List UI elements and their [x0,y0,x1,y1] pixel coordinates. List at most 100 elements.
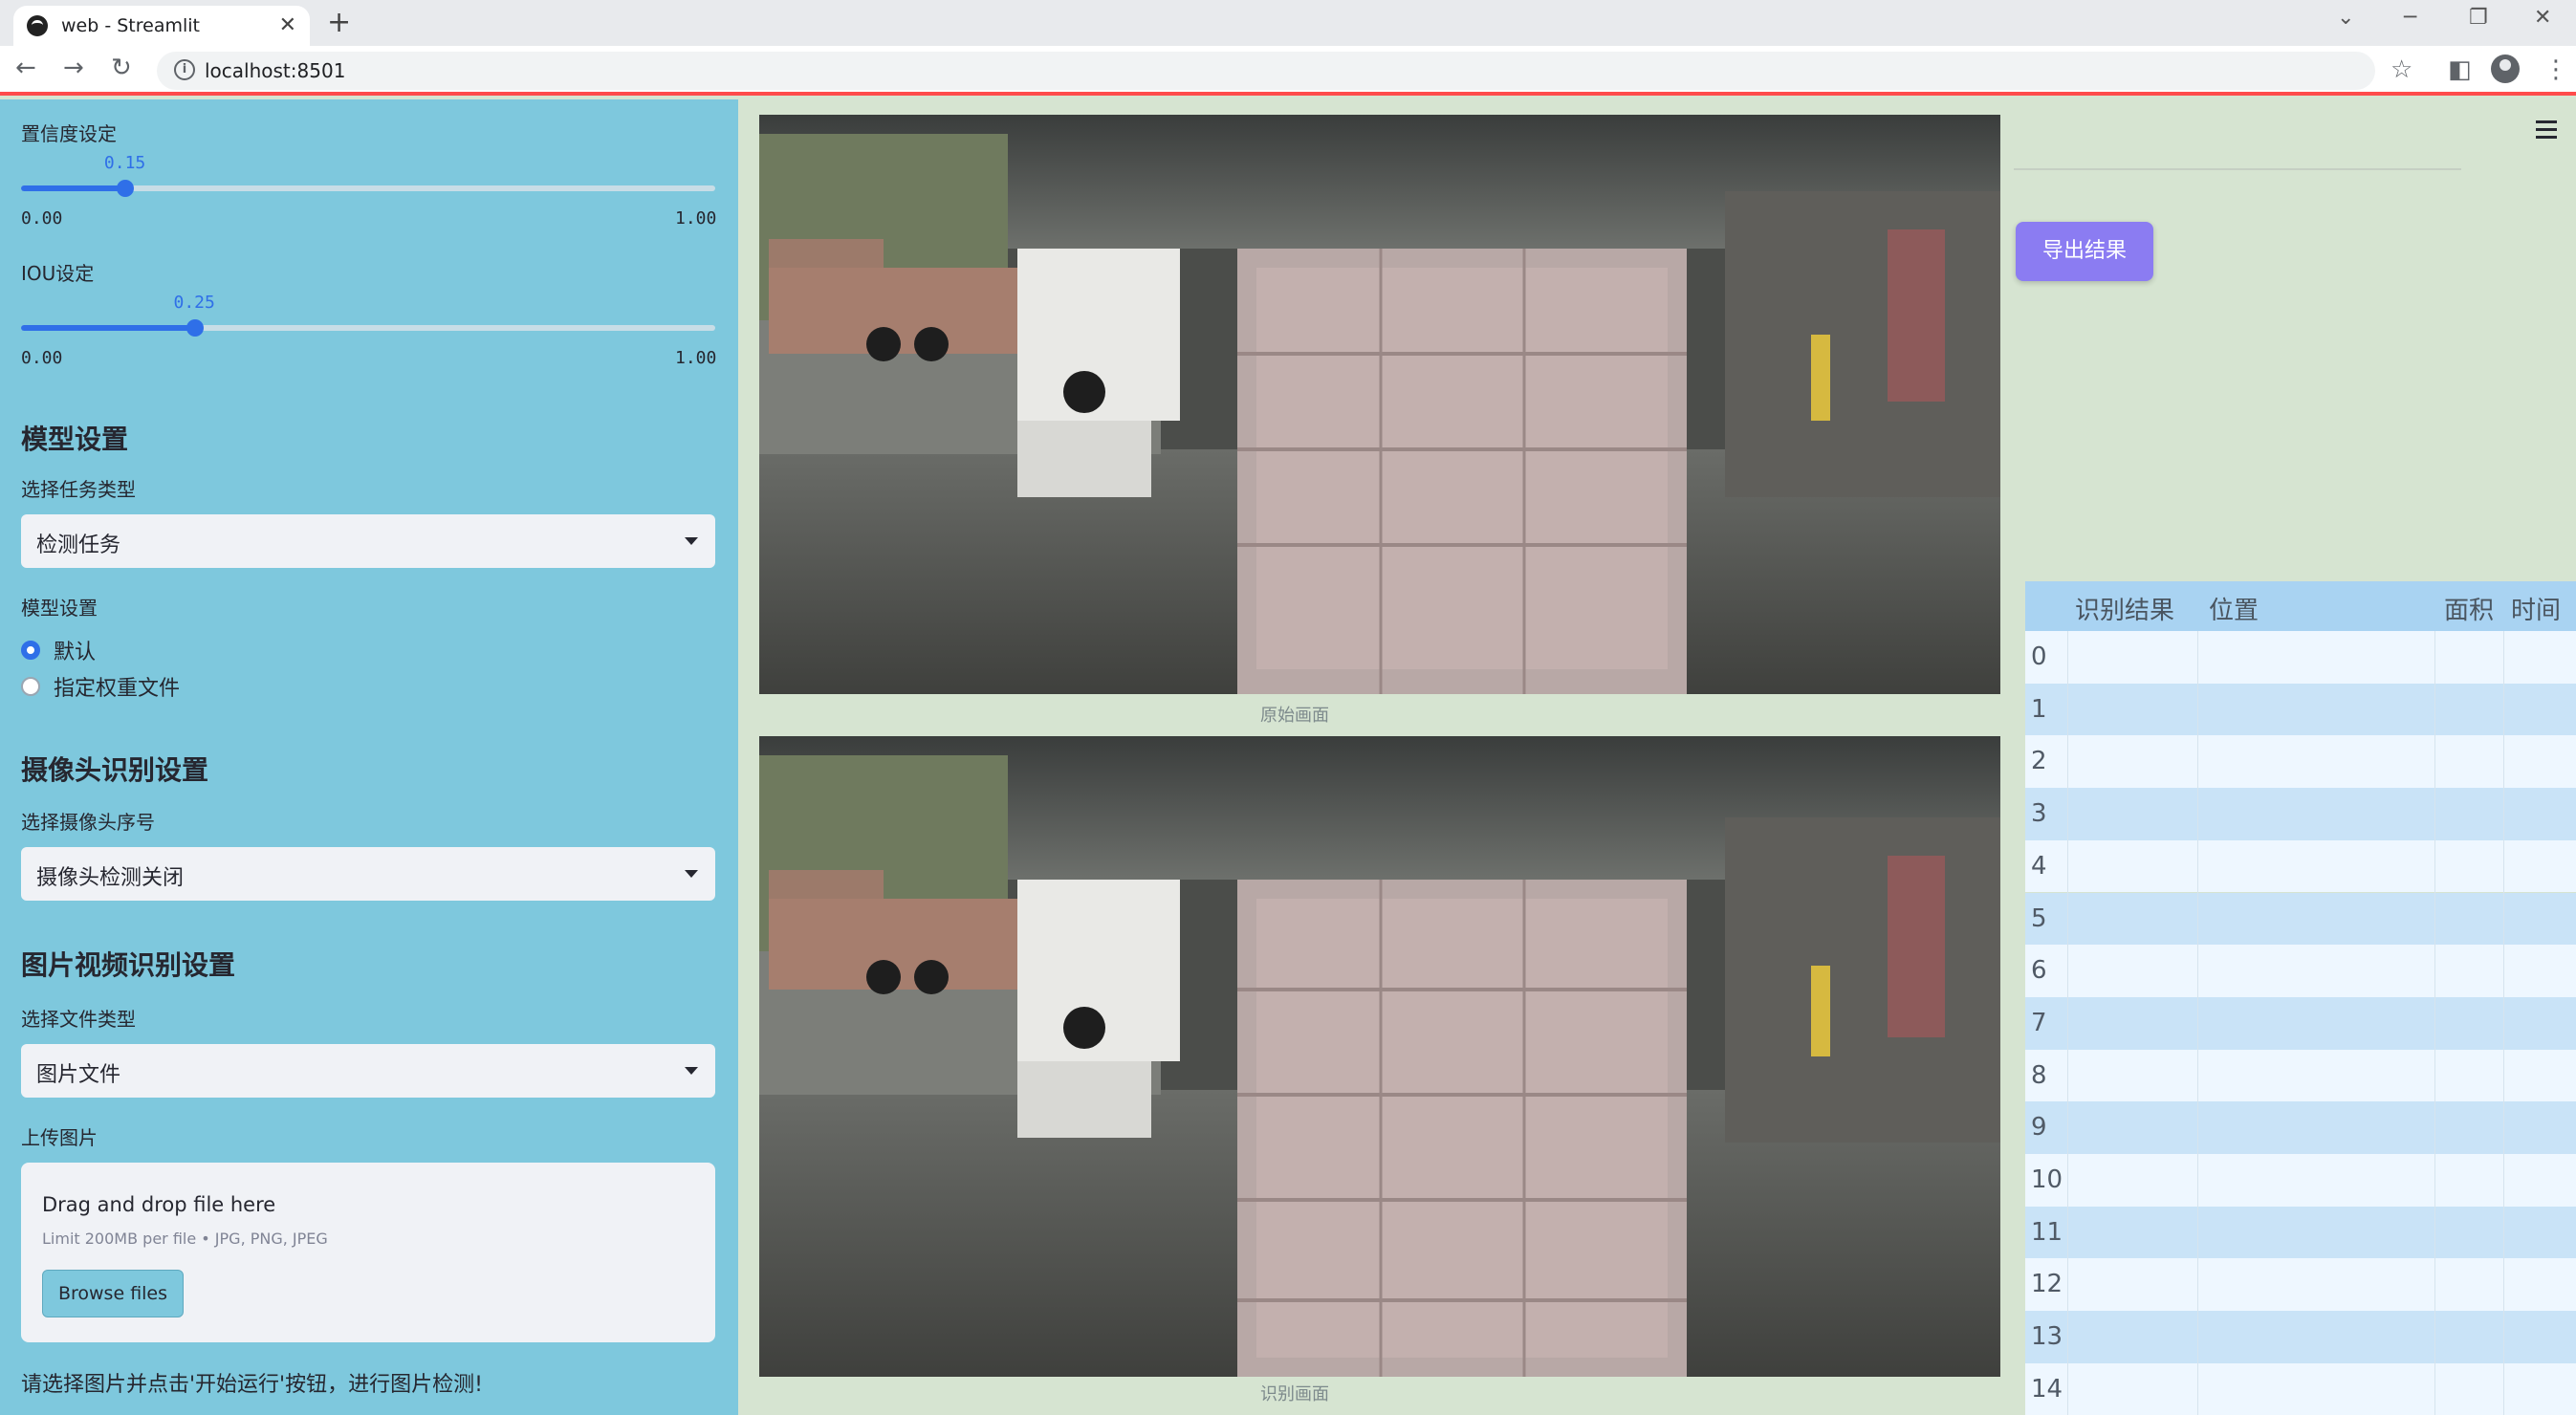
row-index: 0 [2031,642,2047,671]
original-image-caption: 原始画面 [1260,706,1329,726]
confidence-slider-thumb[interactable] [116,180,134,197]
reload-icon[interactable]: ↻ [111,54,132,82]
warehouse-photo-result [759,736,2000,1377]
table-row[interactable]: 4 [2025,839,2576,893]
confidence-value: 0.15 [103,153,146,173]
dropzone-title: Drag and drop file here [42,1193,276,1216]
side-panel-icon[interactable]: ◧ [2448,55,2472,84]
radio-default[interactable]: 默认 [21,635,96,665]
upload-image-label: 上传图片 [21,1126,98,1149]
confidence-slider[interactable] [21,180,715,197]
model-settings-heading: 模型设置 [21,424,129,455]
iou-slider[interactable] [21,319,715,337]
result-image [759,736,2000,1377]
address-bar[interactable]: i localhost:8501 [157,52,2375,90]
chevron-down-icon [685,537,698,545]
forward-icon[interactable]: → [63,54,84,82]
new-tab-button[interactable]: + [327,6,351,39]
warehouse-photo-original [759,115,2000,694]
dropzone-limit: Limit 200MB per file • JPG, PNG, JPEG [42,1230,328,1248]
url-text[interactable]: localhost:8501 [205,59,345,82]
media-settings-heading: 图片视频识别设置 [21,949,236,981]
radio-custom-weights-label: 指定权重文件 [54,677,181,701]
camera-settings-heading: 摄像头识别设置 [21,754,209,786]
task-type-value: 检测任务 [36,533,121,557]
iou-slider-thumb[interactable] [186,319,204,337]
table-row[interactable]: 5 [2025,892,2576,946]
row-index: 10 [2031,1165,2063,1194]
browser-menu-icon[interactable]: ⋮ [2543,55,2568,84]
row-index: 11 [2031,1217,2063,1247]
browser-tab[interactable]: web - Streamlit ✕ [13,6,310,46]
window-close-icon[interactable]: ✕ [2534,6,2551,30]
table-row[interactable]: 10 [2025,1154,2576,1207]
row-index: 4 [2031,851,2047,881]
minimize-icon[interactable]: ─ [2404,6,2416,30]
tab-title: web - Streamlit [61,15,200,36]
bookmark-star-icon[interactable]: ☆ [2390,55,2412,84]
row-index: 9 [2031,1113,2047,1143]
browser-toolbar: ← → ↻ i localhost:8501 ☆ ◧ ⋮ [0,46,2576,96]
original-image [759,115,2000,694]
radio-unselected-icon[interactable] [21,677,40,696]
row-index: 3 [2031,799,2047,829]
sidebar: 置信度设定 0.15 0.00 1.00 IOU设定 0.25 0.00 1.0… [0,99,738,1415]
iou-min: 0.00 [21,348,63,368]
tab-close-icon[interactable]: ✕ [279,13,296,37]
table-row[interactable]: 14 [2025,1362,2576,1415]
column-header[interactable]: 位置 [2209,591,2259,626]
confidence-min: 0.00 [21,208,63,229]
model-setting-label: 模型设置 [21,597,98,620]
chevron-down-icon [685,870,698,878]
row-index: 12 [2031,1270,2063,1299]
task-type-select[interactable]: 检测任务 [21,514,715,568]
camera-index-label: 选择摄像头序号 [21,811,155,834]
file-type-select[interactable]: 图片文件 [21,1044,715,1098]
table-row[interactable]: 6 [2025,945,2576,997]
table-row[interactable]: 8 [2025,1049,2576,1102]
column-header[interactable]: 面积 [2444,591,2494,626]
main-menu-icon[interactable] [2536,120,2557,143]
file-dropzone[interactable]: Drag and drop file here Limit 200MB per … [21,1163,715,1342]
iou-value: 0.25 [173,293,215,313]
back-icon[interactable]: ← [15,54,36,82]
column-separator [2503,631,2504,1415]
file-type-label: 选择文件类型 [21,1008,136,1031]
column-header[interactable]: 识别结果 [2075,591,2174,626]
iou-max: 1.00 [675,348,717,368]
table-row[interactable]: 11 [2025,1206,2576,1259]
streamlit-favicon-icon [27,15,48,36]
main-content: 原始画面 识别画面 导出结果 识别结果 位置 面积 时间 0 1 2 3 4 5… [738,99,2576,1415]
row-index: 2 [2031,747,2047,776]
browse-files-button[interactable]: Browse files [42,1270,184,1317]
table-row[interactable]: 2 [2025,735,2576,789]
row-index: 8 [2031,1060,2047,1090]
iou-label: IOU设定 [21,262,95,285]
table-row[interactable]: 12 [2025,1258,2576,1312]
table-row[interactable]: 9 [2025,1101,2576,1154]
result-image-caption: 识别画面 [1260,1384,1329,1404]
camera-select[interactable]: 摄像头检测关闭 [21,847,715,901]
table-row[interactable]: 0 [2025,631,2576,684]
table-row[interactable]: 7 [2025,996,2576,1050]
restore-icon[interactable]: ❐ [2469,6,2488,30]
radio-selected-icon[interactable] [21,641,40,660]
tab-search-icon[interactable]: ⌄ [2337,6,2354,30]
column-separator [2067,631,2068,1415]
row-index: 7 [2031,1008,2047,1037]
chevron-down-icon [685,1067,698,1075]
row-index: 6 [2031,956,2047,986]
profile-avatar-icon[interactable] [2491,54,2520,83]
column-header[interactable]: 时间 [2511,591,2561,626]
table-row[interactable]: 1 [2025,683,2576,736]
confidence-label: 置信度设定 [21,122,117,145]
iou-slider-fill [21,325,195,331]
table-row[interactable]: 3 [2025,788,2576,840]
site-info-icon[interactable]: i [174,59,195,80]
row-index: 13 [2031,1322,2063,1352]
export-results-button[interactable]: 导出结果 [2016,222,2153,281]
task-type-label: 选择任务类型 [21,478,136,501]
table-header: 识别结果 位置 面积 时间 [2025,581,2576,631]
table-row[interactable]: 13 [2025,1311,2576,1363]
radio-custom-weights[interactable]: 指定权重文件 [21,671,180,702]
